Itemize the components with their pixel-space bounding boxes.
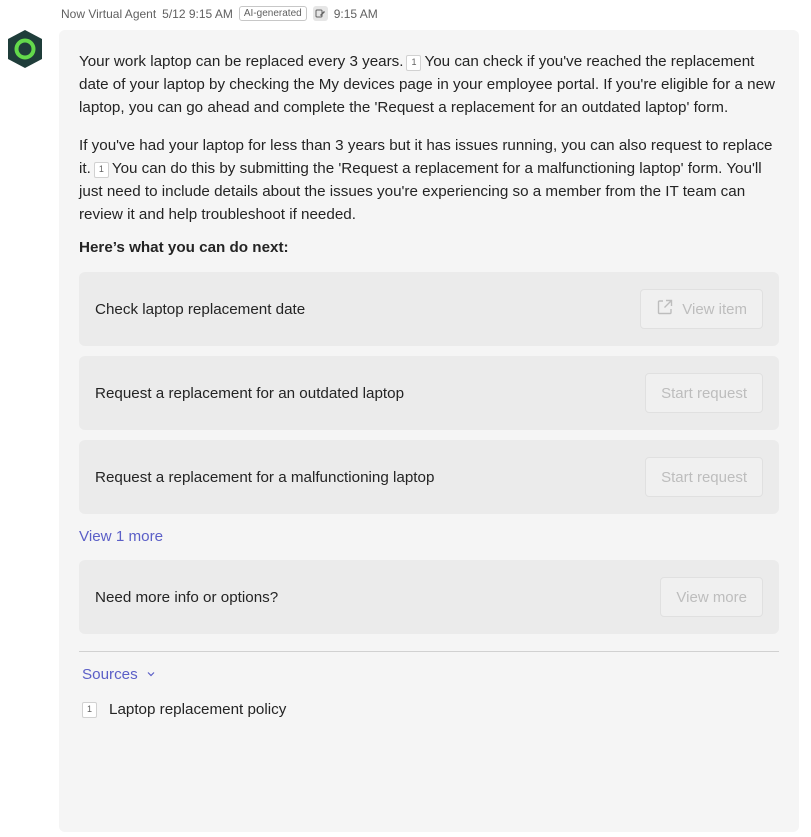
message-bubble: Your work laptop can be replaced every 3… (59, 30, 799, 832)
message-paragraph-2: If you've had your laptop for less than … (79, 134, 779, 226)
action-cards: Check laptop replacement date View item … (79, 272, 779, 514)
sources-toggle[interactable]: Sources (82, 666, 779, 683)
source-title: Laptop replacement policy (109, 701, 287, 718)
edited-icon (312, 6, 328, 21)
message-paragraph-1: Your work laptop can be replaced every 3… (79, 50, 779, 119)
action-label: Request a replacement for an outdated la… (95, 384, 405, 402)
chevron-down-icon (146, 666, 156, 683)
divider (79, 651, 779, 652)
ai-generated-badge: AI-generated (238, 6, 307, 21)
view-more-button[interactable]: View more (660, 577, 763, 617)
sources-label: Sources (82, 666, 138, 683)
start-request-button[interactable]: Start request (645, 457, 763, 497)
next-steps-heading: Here’s what you can do next: (79, 239, 289, 256)
citation-badge[interactable]: 1 (406, 54, 422, 71)
view-more-actions-link[interactable]: View 1 more (79, 526, 779, 548)
action-label: Check laptop replacement date (95, 300, 306, 318)
action-card-malfunctioning-laptop: Request a replacement for a malfunctioni… (79, 440, 779, 514)
sender-name: Now Virtual Agent (61, 6, 157, 21)
button-label: View item (682, 300, 747, 318)
action-label: Need more info or options? (95, 588, 279, 606)
message-header: Now Virtual Agent 5/12 9:15 AM AI-genera… (61, 6, 378, 21)
action-card-check-replacement-date: Check laptop replacement date View item (79, 272, 779, 346)
source-item[interactable]: 1 Laptop replacement policy (82, 701, 779, 718)
paragraph-text: You can do this by submitting the 'Reque… (79, 160, 762, 223)
edited-time: 9:15 AM (333, 6, 378, 21)
action-label: Request a replacement for a malfunctioni… (95, 468, 435, 486)
action-card-outdated-laptop: Request a replacement for an outdated la… (79, 356, 779, 430)
view-item-button[interactable]: View item (640, 289, 763, 329)
message-timestamp: 5/12 9:15 AM (162, 6, 233, 21)
bot-avatar-icon (5, 28, 45, 70)
citation-badge[interactable]: 1 (93, 161, 109, 178)
paragraph-text: Your work laptop can be replaced every 3… (79, 53, 404, 70)
citation-badge: 1 (82, 701, 97, 718)
action-card-more-info: Need more info or options? View more (79, 560, 779, 634)
open-external-icon (656, 298, 674, 320)
start-request-button[interactable]: Start request (645, 373, 763, 413)
